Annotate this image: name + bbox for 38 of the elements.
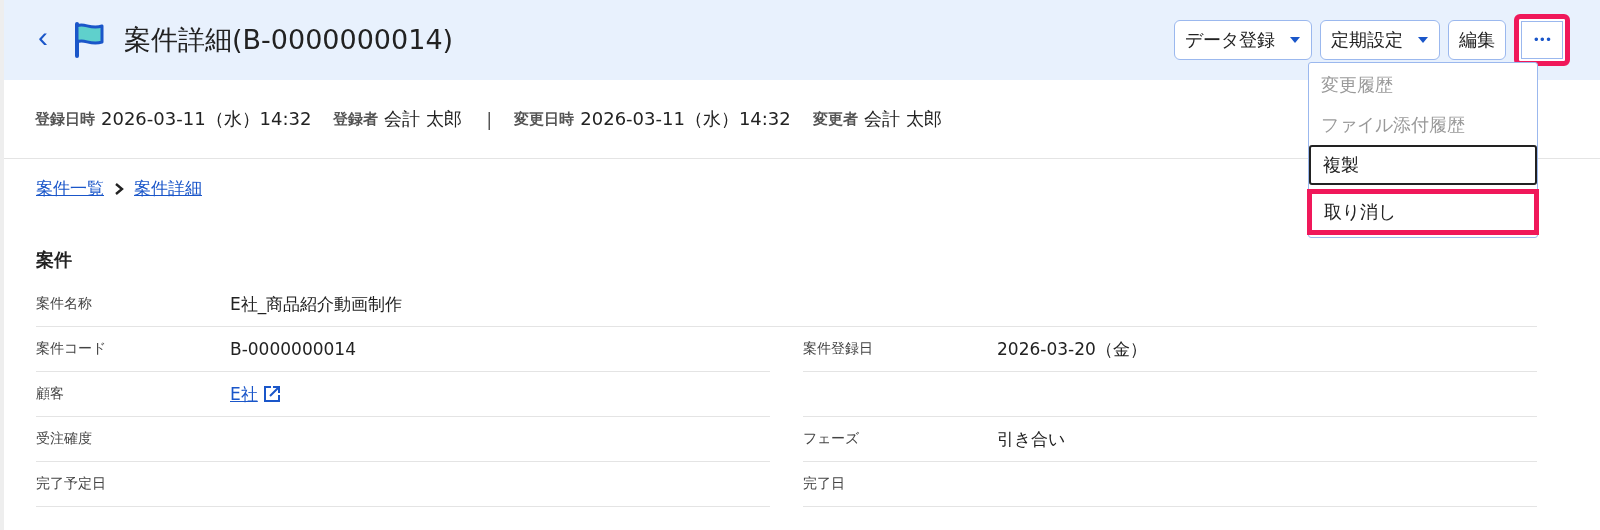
menu-item[interactable]: 複製	[1309, 145, 1537, 185]
section-title: 案件	[36, 248, 73, 272]
field-label: 完了日	[803, 475, 846, 493]
field-label: 案件登録日	[803, 340, 874, 358]
menu-item[interactable]: 取り消し	[1307, 189, 1539, 235]
separator: |	[486, 108, 493, 130]
field-label: フェーズ	[803, 430, 860, 448]
meta-label: 変更日時	[514, 109, 575, 129]
page-title: 案件詳細(B-0000000014)	[124, 23, 455, 57]
dropdown-button[interactable]: 定期設定	[1319, 20, 1440, 60]
breadcrumb-link[interactable]: 案件詳細	[134, 177, 202, 200]
meta-value: 会計 太郎	[384, 107, 463, 131]
meta-label: 変更者	[812, 109, 858, 129]
field-label: 顧客	[36, 385, 65, 403]
back-button[interactable]: ‹	[34, 20, 62, 60]
meta-value: 2026-03-11（水）14:32	[101, 107, 312, 131]
meta-label: 登録日時	[35, 109, 95, 129]
dropdown-button[interactable]: データ登録	[1173, 20, 1312, 60]
meta-value: 会計 太郎	[863, 107, 942, 131]
breadcrumb-link[interactable]: 案件一覧	[36, 177, 104, 200]
field-value: 引き合い	[997, 427, 1065, 451]
flag-icon	[72, 20, 106, 60]
caret-icon	[1416, 36, 1429, 44]
chevron-icon	[114, 181, 124, 196]
field-label: 案件コード	[36, 340, 107, 358]
field-label: 案件名称	[36, 295, 93, 313]
field-label: 受注確度	[36, 430, 93, 448]
field-label: 完了予定日	[36, 475, 107, 493]
meta-value: 2026-03-11（水）14:32	[580, 107, 791, 131]
external-link-icon	[261, 384, 282, 404]
more-button[interactable]: •••	[1513, 14, 1570, 66]
meta-label: 登録者	[333, 109, 379, 129]
customer-link[interactable]: E社	[230, 382, 258, 406]
edit-button[interactable]: 編集	[1447, 20, 1506, 60]
field-value: 2026-03-20（金）	[997, 337, 1147, 361]
field-value: E社_商品紹介動画制作	[230, 292, 403, 316]
caret-icon	[1288, 36, 1301, 44]
field-value: B-0000000014	[230, 339, 356, 359]
